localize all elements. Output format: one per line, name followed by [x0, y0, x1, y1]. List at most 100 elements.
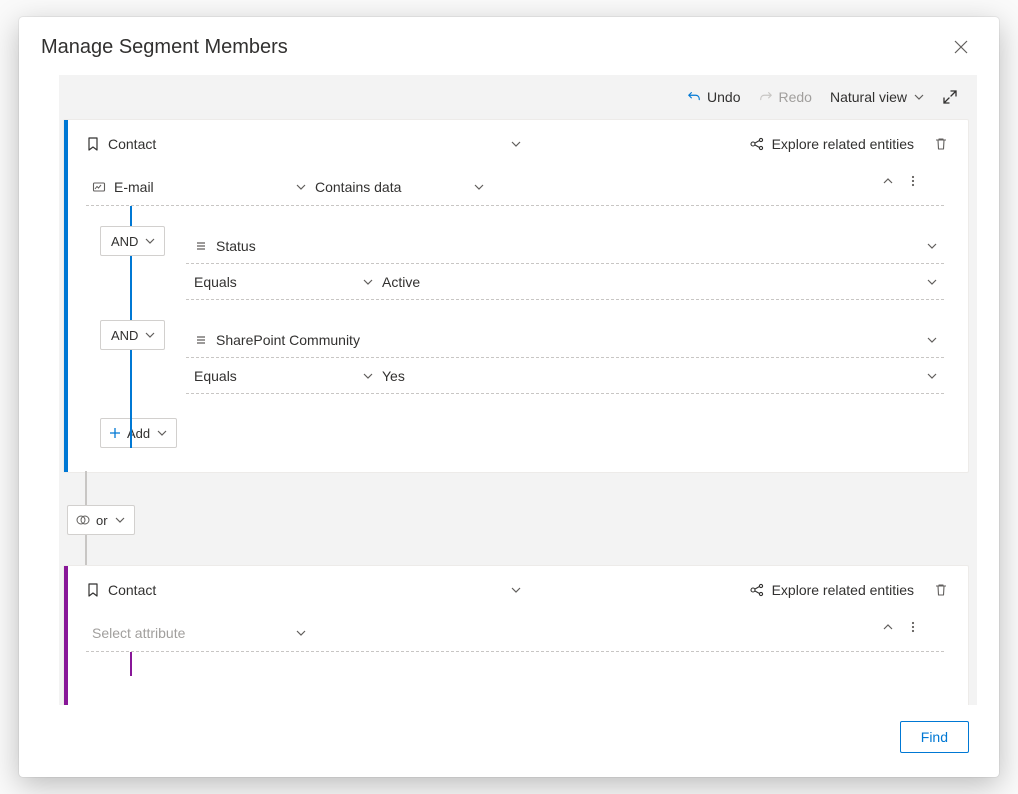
block-rows: Select attribute	[64, 614, 968, 676]
view-mode-label: Natural view	[830, 89, 907, 105]
chevron-down-icon	[362, 370, 374, 382]
chevron-down-icon	[510, 584, 522, 596]
condition-row: Equals Yes	[186, 358, 944, 394]
field-icon	[92, 180, 106, 194]
operator-label: Contains data	[315, 179, 401, 195]
trash-icon	[934, 137, 948, 151]
logic-label: or	[96, 513, 108, 528]
conditions-area	[86, 652, 944, 676]
operator-selector[interactable]: Equals	[194, 368, 374, 384]
relation-icon	[750, 583, 764, 597]
block-collapse-toggle[interactable]	[510, 138, 522, 150]
redo-button: Redo	[759, 89, 812, 105]
condition-group: AND Status	[128, 206, 944, 300]
explore-related-button[interactable]: Explore related entities	[750, 136, 914, 152]
primary-row-wrap: E-mail Contains data	[86, 168, 944, 206]
logic-label: AND	[111, 328, 138, 343]
attribute-selector[interactable]: Select attribute	[92, 625, 307, 641]
entity-selector[interactable]: Contact	[86, 582, 156, 598]
close-icon	[954, 40, 968, 54]
attribute-selector[interactable]: Status	[194, 238, 372, 254]
dialog-footer: Find	[19, 705, 999, 777]
logic-operator-badge[interactable]: AND	[100, 320, 165, 350]
attribute-selector[interactable]: SharePoint Community	[194, 332, 360, 348]
entity-label: Contact	[108, 582, 156, 598]
primary-row-wrap: Select attribute	[86, 614, 944, 652]
dialog-title: Manage Segment Members	[41, 36, 288, 59]
dialog: Manage Segment Members Undo Redo Natural…	[19, 17, 999, 777]
toolbar: Undo Redo Natural view	[59, 75, 977, 119]
chevron-down-icon	[510, 138, 522, 150]
scroll-area[interactable]: Undo Redo Natural view	[59, 75, 977, 705]
attribute-selector[interactable]: E-mail	[92, 179, 307, 195]
chevron-down-icon	[926, 334, 938, 346]
condition-row: E-mail Contains data	[86, 168, 944, 206]
value-label: Yes	[382, 368, 405, 384]
entity-selector[interactable]: Contact	[86, 136, 156, 152]
content-wrap: Undo Redo Natural view	[19, 75, 999, 705]
close-button[interactable]	[945, 31, 977, 63]
union-icon	[76, 513, 90, 527]
chevron-down-icon	[156, 427, 168, 439]
chevron-down-icon	[144, 235, 156, 247]
condition-row: SharePoint Community	[186, 322, 944, 358]
fullscreen-button[interactable]	[943, 90, 957, 104]
chevron-down-icon	[926, 370, 938, 382]
query-block: Contact Explore related entities	[63, 119, 969, 473]
operator-selector[interactable]: Equals	[194, 274, 374, 290]
add-condition-button[interactable]: Add	[100, 418, 177, 448]
list-icon	[194, 333, 208, 347]
find-button[interactable]: Find	[900, 721, 969, 753]
operator-selector[interactable]: Contains data	[315, 179, 485, 195]
block-connector: or	[63, 473, 977, 565]
trash-icon	[934, 583, 948, 597]
redo-label: Redo	[779, 89, 812, 105]
chevron-down-icon	[473, 181, 485, 193]
chevron-down-icon	[114, 514, 126, 526]
chevron-down-icon	[295, 181, 307, 193]
explore-related-button[interactable]: Explore related entities	[750, 582, 914, 598]
explore-related-label: Explore related entities	[772, 582, 914, 598]
attribute-label: SharePoint Community	[216, 332, 360, 348]
conditions-area: AND Status	[86, 206, 944, 448]
relation-icon	[750, 137, 764, 151]
explore-related-label: Explore related entities	[772, 136, 914, 152]
block-header: Contact Explore related entities	[64, 120, 968, 168]
block-accent	[64, 566, 68, 705]
attribute-label: E-mail	[114, 179, 154, 195]
undo-label: Undo	[707, 89, 740, 105]
connector-line	[130, 652, 132, 676]
delete-block-button[interactable]	[922, 583, 948, 597]
chevron-down-icon	[295, 627, 307, 639]
chevron-down-icon	[926, 240, 938, 252]
dialog-header: Manage Segment Members	[19, 17, 999, 75]
list-icon	[194, 239, 208, 253]
row-expand[interactable]	[926, 334, 938, 346]
chevron-down-icon	[913, 91, 925, 103]
value-selector[interactable]: Yes	[382, 368, 944, 384]
chevron-down-icon	[926, 276, 938, 288]
condition-group: AND SharePoint Community	[128, 300, 944, 394]
logic-operator-badge[interactable]: or	[67, 505, 135, 535]
operator-label: Equals	[194, 274, 237, 290]
view-mode-dropdown[interactable]: Natural view	[830, 89, 925, 105]
block-collapse-toggle[interactable]	[510, 584, 522, 596]
row-expand[interactable]	[926, 240, 938, 252]
logic-label: AND	[111, 234, 138, 249]
block-rows: E-mail Contains data	[64, 168, 968, 448]
value-selector[interactable]: Active	[382, 274, 944, 290]
row-expand[interactable]	[926, 276, 938, 288]
chevron-down-icon	[362, 276, 374, 288]
row-expand[interactable]	[926, 370, 938, 382]
entity-label: Contact	[108, 136, 156, 152]
operator-label: Equals	[194, 368, 237, 384]
undo-icon	[687, 90, 701, 104]
bookmark-entity-icon	[86, 137, 100, 151]
bookmark-entity-icon	[86, 583, 100, 597]
delete-block-button[interactable]	[922, 137, 948, 151]
condition-row: Status	[186, 228, 944, 264]
attribute-placeholder: Select attribute	[92, 625, 185, 641]
redo-icon	[759, 90, 773, 104]
undo-button[interactable]: Undo	[687, 89, 740, 105]
logic-operator-badge[interactable]: AND	[100, 226, 165, 256]
